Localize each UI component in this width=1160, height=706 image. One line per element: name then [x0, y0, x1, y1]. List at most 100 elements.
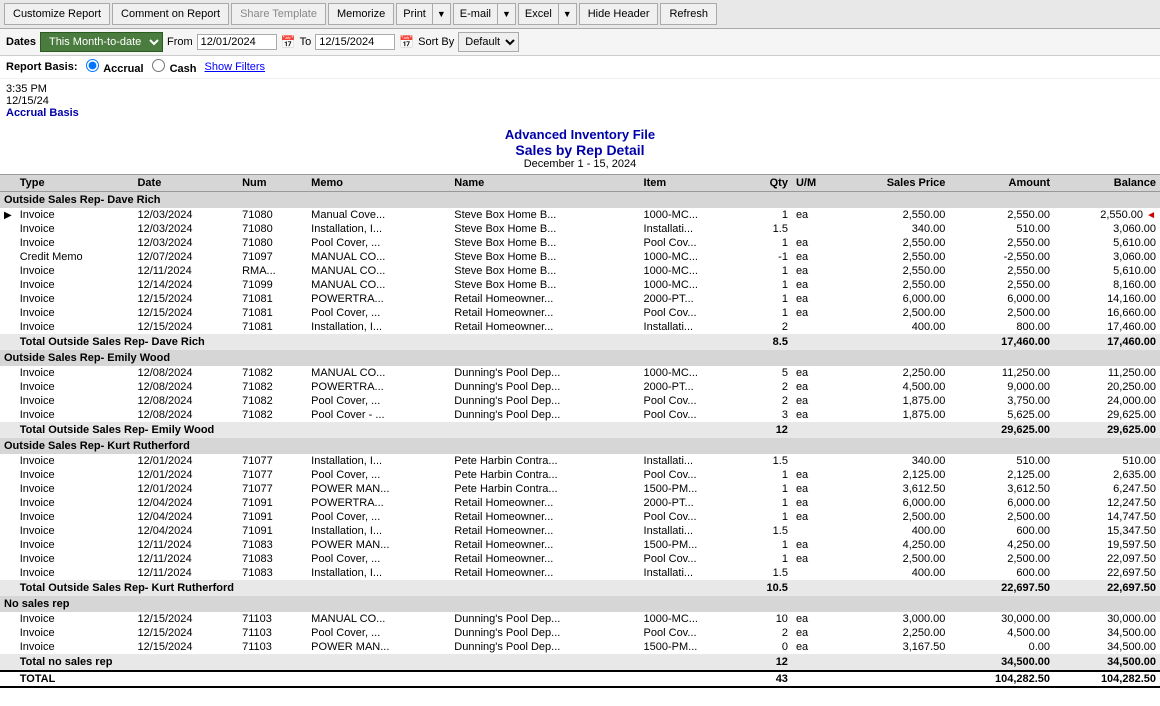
row-amount: 5,625.00 — [949, 408, 1054, 422]
table-row[interactable]: Invoice 12/01/2024 71077 Installation, I… — [0, 454, 1160, 468]
group-header-row[interactable]: No sales rep — [0, 596, 1160, 612]
col-memo: Memo — [307, 175, 450, 192]
group-header-row[interactable]: Outside Sales Rep- Emily Wood — [0, 350, 1160, 366]
row-um: ea — [792, 278, 839, 292]
group-total-row: Total Outside Sales Rep- Dave Rich 8.5 1… — [0, 334, 1160, 350]
table-row[interactable]: Invoice 12/04/2024 71091 Pool Cover, ...… — [0, 510, 1160, 524]
row-memo: Installation, I... — [307, 566, 450, 580]
row-um — [792, 222, 839, 236]
group-total-expand — [0, 654, 16, 671]
table-row[interactable]: Invoice 12/15/2024 71081 Pool Cover, ...… — [0, 306, 1160, 320]
row-expand-cell — [0, 468, 16, 482]
excel-button[interactable]: Excel — [519, 4, 559, 24]
row-amount: 510.00 — [949, 454, 1054, 468]
from-date-input[interactable] — [197, 34, 277, 50]
table-row[interactable]: Invoice 12/08/2024 71082 POWERTRA... Dun… — [0, 380, 1160, 394]
cash-radio-label[interactable]: Cash — [152, 59, 197, 75]
row-date: 12/08/2024 — [133, 366, 238, 380]
table-row[interactable]: Invoice 12/15/2024 71103 MANUAL CO... Du… — [0, 612, 1160, 626]
refresh-button[interactable]: Refresh — [660, 3, 717, 25]
row-type: Invoice — [16, 208, 134, 222]
table-row[interactable]: Invoice 12/03/2024 71080 Installation, I… — [0, 222, 1160, 236]
row-price: 3,000.00 — [839, 612, 950, 626]
group-header-row[interactable]: Outside Sales Rep- Dave Rich — [0, 192, 1160, 209]
basis-bar: Report Basis: Accrual Cash Show Filters — [0, 56, 1160, 79]
table-row[interactable]: Invoice 12/04/2024 71091 Installation, I… — [0, 524, 1160, 538]
hide-header-button[interactable]: Hide Header — [579, 3, 659, 25]
to-date-input[interactable] — [315, 34, 395, 50]
sort-select[interactable]: Default — [458, 32, 519, 52]
row-num: 71077 — [238, 454, 307, 468]
table-row[interactable]: Invoice 12/15/2024 71103 POWER MAN... Du… — [0, 640, 1160, 654]
table-row[interactable]: Credit Memo 12/07/2024 71097 MANUAL CO..… — [0, 250, 1160, 264]
row-num: 71081 — [238, 292, 307, 306]
row-item: Installati... — [640, 454, 744, 468]
col-um: U/M — [792, 175, 839, 192]
row-price: 2,250.00 — [839, 366, 950, 380]
row-type: Invoice — [16, 278, 134, 292]
row-price: 340.00 — [839, 454, 950, 468]
table-header-row: Type Date Num Memo Name Item Qty U/M Sal… — [0, 175, 1160, 192]
table-row[interactable]: Invoice 12/03/2024 71080 Pool Cover, ...… — [0, 236, 1160, 250]
cash-radio[interactable] — [152, 59, 165, 72]
email-button[interactable]: E-mail — [454, 4, 498, 24]
email-dropdown-arrow[interactable]: ▼ — [498, 4, 515, 24]
group-total-price — [839, 654, 950, 671]
to-cal-icon[interactable]: 📅 — [399, 35, 414, 49]
table-row[interactable]: Invoice 12/15/2024 71103 Pool Cover, ...… — [0, 626, 1160, 640]
table-row[interactable]: Invoice 12/08/2024 71082 Pool Cover - ..… — [0, 408, 1160, 422]
table-row[interactable]: Invoice 12/14/2024 71099 MANUAL CO... St… — [0, 278, 1160, 292]
accrual-radio-label[interactable]: Accrual — [86, 59, 144, 75]
row-type: Invoice — [16, 292, 134, 306]
table-row[interactable]: Invoice 12/11/2024 RMA... MANUAL CO... S… — [0, 264, 1160, 278]
row-type: Invoice — [16, 538, 134, 552]
grand-total-row: TOTAL 43 104,282.50 104,282.50 — [0, 671, 1160, 687]
table-row[interactable]: Invoice 12/15/2024 71081 Installation, I… — [0, 320, 1160, 334]
row-type: Credit Memo — [16, 250, 134, 264]
group-total-um — [792, 580, 839, 596]
sort-label: Sort By — [418, 36, 454, 48]
row-amount: -2,550.00 — [949, 250, 1054, 264]
table-row[interactable]: ▶ Invoice 12/03/2024 71080 Manual Cove..… — [0, 208, 1160, 222]
table-row[interactable]: Invoice 12/11/2024 71083 POWER MAN... Re… — [0, 538, 1160, 552]
accrual-radio[interactable] — [86, 59, 99, 72]
from-cal-icon[interactable]: 📅 — [281, 35, 296, 49]
row-name: Retail Homeowner... — [450, 524, 639, 538]
row-date: 12/03/2024 — [133, 208, 238, 222]
share-template-button[interactable]: Share Template — [231, 3, 326, 25]
group-total-price — [839, 580, 950, 596]
row-price: 2,550.00 — [839, 264, 950, 278]
row-amount: 2,550.00 — [949, 264, 1054, 278]
show-filters-link[interactable]: Show Filters — [205, 61, 266, 73]
customize-report-button[interactable]: Customize Report — [4, 3, 110, 25]
table-row[interactable]: Invoice 12/08/2024 71082 Pool Cover, ...… — [0, 394, 1160, 408]
row-num: 71077 — [238, 468, 307, 482]
print-button[interactable]: Print — [397, 4, 433, 24]
row-num: 71080 — [238, 208, 307, 222]
row-num: 71091 — [238, 510, 307, 524]
group-total-amount: 29,625.00 — [949, 422, 1054, 438]
row-date: 12/15/2024 — [133, 612, 238, 626]
table-row[interactable]: Invoice 12/01/2024 71077 POWER MAN... Pe… — [0, 482, 1160, 496]
table-row[interactable]: Invoice 12/01/2024 71077 Pool Cover, ...… — [0, 468, 1160, 482]
print-dropdown-arrow[interactable]: ▼ — [433, 4, 450, 24]
row-price: 2,550.00 — [839, 278, 950, 292]
row-um: ea — [792, 482, 839, 496]
date-range-select[interactable]: This Month-to-date — [40, 32, 163, 52]
memorize-button[interactable]: Memorize — [328, 3, 394, 25]
table-row[interactable]: Invoice 12/11/2024 71083 Pool Cover, ...… — [0, 552, 1160, 566]
table-row[interactable]: Invoice 12/04/2024 71091 POWERTRA... Ret… — [0, 496, 1160, 510]
row-item: Pool Cov... — [640, 408, 744, 422]
group-header-row[interactable]: Outside Sales Rep- Kurt Rutherford — [0, 438, 1160, 454]
table-row[interactable]: Invoice 12/08/2024 71082 MANUAL CO... Du… — [0, 366, 1160, 380]
table-row[interactable]: Invoice 12/11/2024 71083 Installation, I… — [0, 566, 1160, 580]
group-total-qty: 10.5 — [743, 580, 792, 596]
row-date: 12/03/2024 — [133, 222, 238, 236]
row-type: Invoice — [16, 408, 134, 422]
table-row[interactable]: Invoice 12/15/2024 71081 POWERTRA... Ret… — [0, 292, 1160, 306]
group-total-row: Total no sales rep 12 34,500.00 34,500.0… — [0, 654, 1160, 671]
excel-dropdown-arrow[interactable]: ▼ — [559, 4, 576, 24]
row-item: Installati... — [640, 320, 744, 334]
row-type: Invoice — [16, 264, 134, 278]
comment-on-report-button[interactable]: Comment on Report — [112, 3, 229, 25]
